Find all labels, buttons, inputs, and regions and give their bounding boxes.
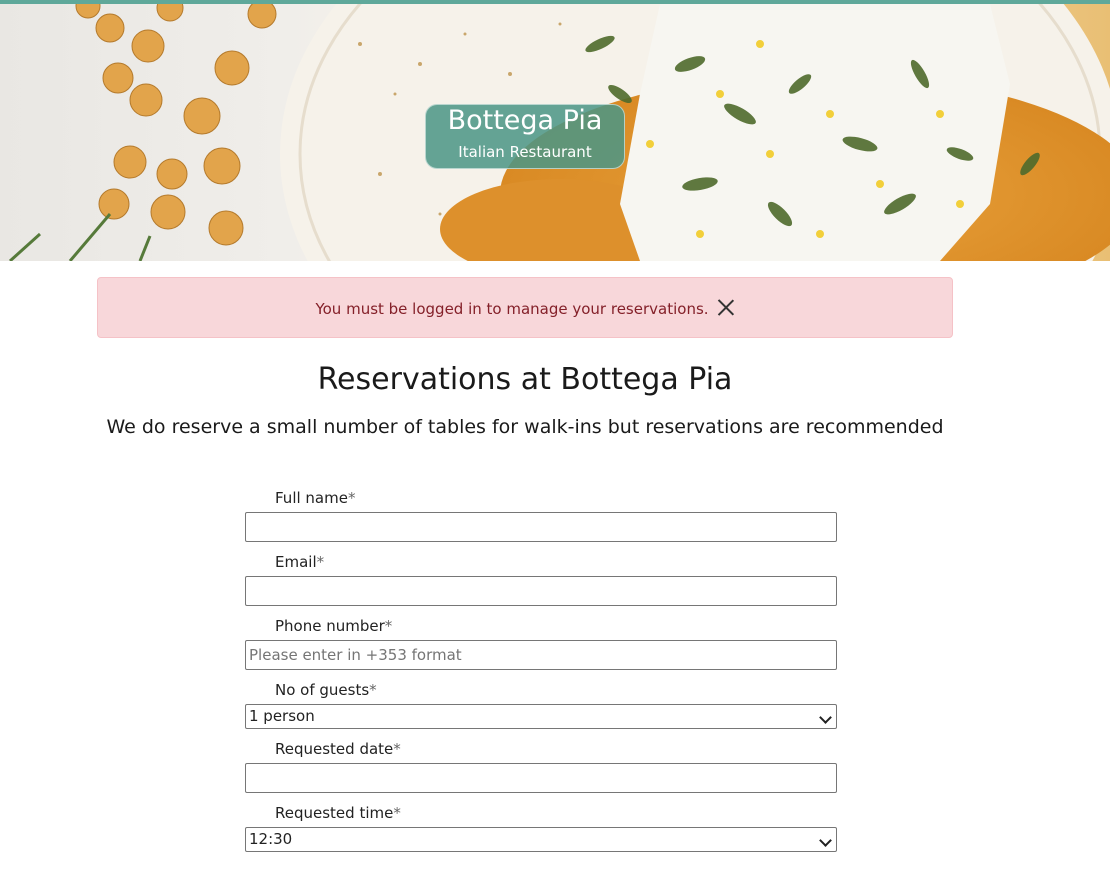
time-selected-value: 12:30 xyxy=(249,830,293,848)
guests-label: No of guests* xyxy=(275,681,377,699)
full-name-label: Full name* xyxy=(275,489,356,507)
guests-selected-value: 1 person xyxy=(249,707,315,725)
brand-tagline: Italian Restaurant xyxy=(458,143,592,161)
phone-label: Phone number* xyxy=(275,617,393,635)
email-label: Email* xyxy=(275,553,325,571)
login-required-alert: You must be logged in to manage your res… xyxy=(97,277,953,338)
guests-select[interactable]: 1 person xyxy=(245,704,837,729)
page-subtitle: We do reserve a small number of tables f… xyxy=(106,416,944,438)
date-input[interactable] xyxy=(245,763,837,793)
chevron-down-icon xyxy=(819,834,832,847)
close-icon[interactable] xyxy=(717,298,735,316)
time-label: Requested time* xyxy=(275,804,401,822)
phone-input[interactable] xyxy=(245,640,837,670)
alert-message: You must be logged in to manage your res… xyxy=(315,299,709,318)
time-select[interactable]: 12:30 xyxy=(245,827,837,852)
full-name-input[interactable] xyxy=(245,512,837,542)
brand-badge[interactable]: Bottega Pia Italian Restaurant xyxy=(425,104,625,169)
date-label: Requested date* xyxy=(275,740,401,758)
hero-banner: Bottega Pia Italian Restaurant xyxy=(0,4,1110,261)
email-input[interactable] xyxy=(245,576,837,606)
page-title: Reservations at Bottega Pia xyxy=(317,362,733,397)
brand-name: Bottega Pia xyxy=(447,105,603,136)
chevron-down-icon xyxy=(819,711,832,724)
